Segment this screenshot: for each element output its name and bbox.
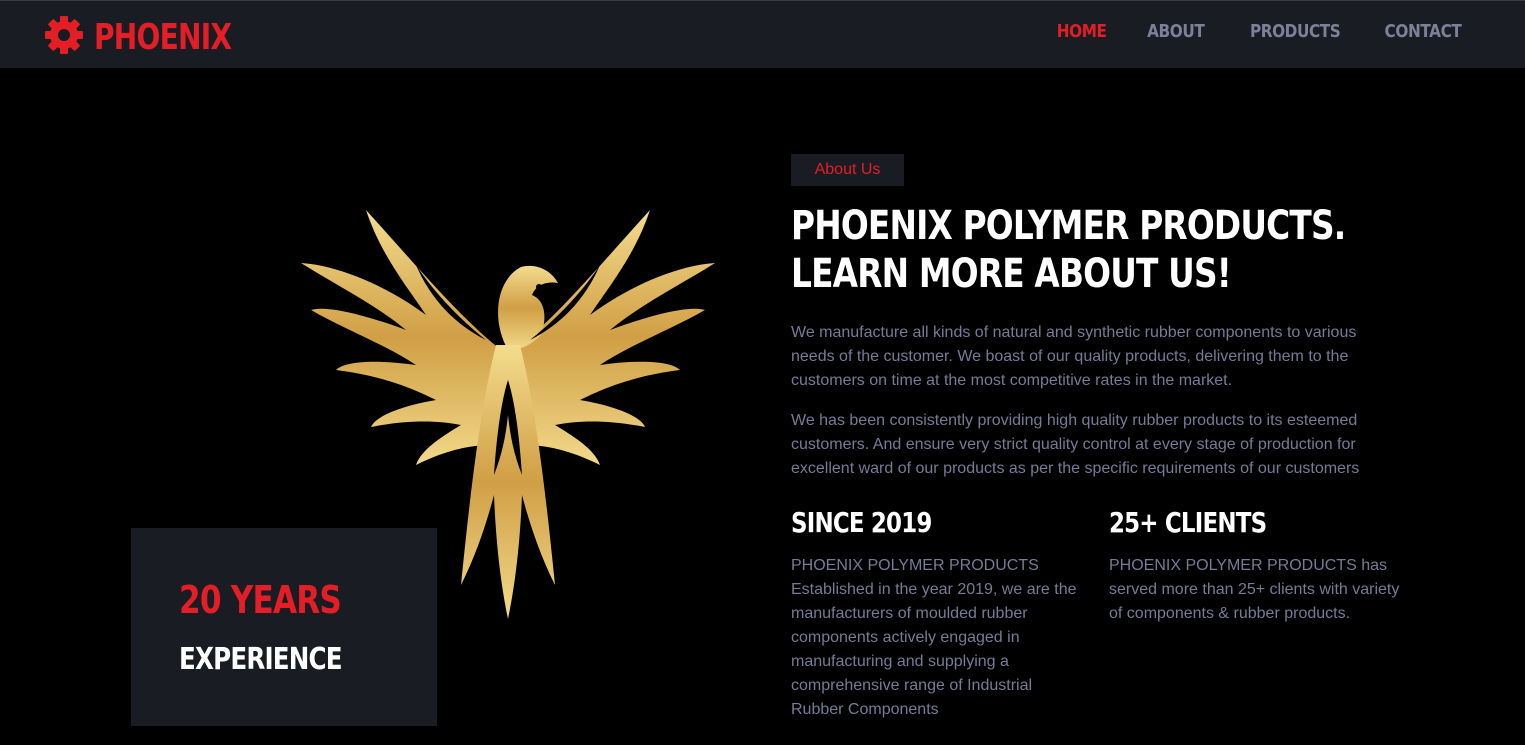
brand-name: PHOENIX [94, 16, 232, 58]
experience-years: 20 YEARS [179, 578, 342, 622]
experience-card: 20 YEARS EXPERIENCE [131, 528, 437, 726]
main-nav: HOME ABOUT PRODUCTS CONTACT [1018, 21, 1461, 42]
nav-about[interactable]: ABOUT [1147, 21, 1205, 42]
experience-label: EXPERIENCE [179, 642, 343, 677]
stat-since-text: PHOENIX POLYMER PRODUCTS Established in … [791, 557, 1077, 718]
stat-since-title: SINCE 2019 [791, 506, 932, 539]
nav-contact[interactable]: CONTACT [1384, 21, 1461, 42]
nav-products[interactable]: PRODUCTS [1250, 21, 1341, 42]
about-paragraph-2: We has been consistently providing high … [791, 412, 1360, 477]
page-title: PHOENIX POLYMER PRODUCTS. LEARN MORE ABO… [791, 203, 1346, 297]
gear-icon [44, 15, 84, 60]
stat-clients-title: 25+ CLIENTS [1109, 506, 1267, 539]
brand-logo[interactable]: PHOENIX [44, 15, 270, 59]
nav-home[interactable]: HOME [1057, 21, 1107, 42]
section-tag: About Us [791, 154, 904, 186]
navbar: PHOENIX HOME ABOUT PRODUCTS CONTACT [0, 0, 1525, 68]
stat-clients-text: PHOENIX POLYMER PRODUCTS has served more… [1109, 557, 1400, 622]
about-paragraph-1: We manufacture all kinds of natural and … [791, 324, 1357, 389]
